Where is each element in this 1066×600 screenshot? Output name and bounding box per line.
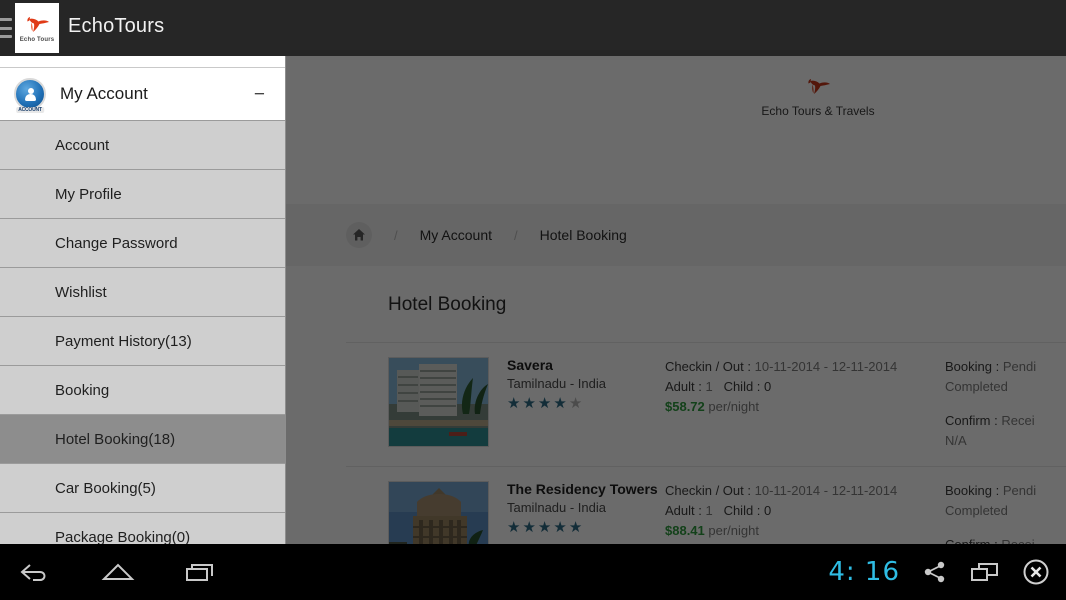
system-nav-right: 4: 16 [828,544,1050,600]
clock-display: 4: 16 [828,557,900,587]
sidebar-item-wishlist[interactable]: Wishlist [0,268,285,317]
account-badge-text: ACCOUNT [16,107,44,113]
share-icon[interactable] [922,560,948,584]
hamburger-bar [0,35,12,38]
drawer-account-label: My Account [60,84,148,103]
hamburger-icon[interactable] [0,18,12,38]
person-glyph [24,87,37,101]
person-body [24,93,36,101]
close-circle-icon[interactable] [1022,558,1050,586]
back-arrow-icon[interactable] [18,560,52,584]
account-badge-icon: ACCOUNT [14,78,46,113]
navigation-drawer: ACCOUNT My Account − Account My Profile … [0,52,286,544]
sidebar-item-booking[interactable]: Booking [0,366,285,415]
app-logo[interactable]: Echo Tours [15,3,59,53]
recent-apps-icon[interactable] [184,560,218,584]
app-title: EchoTours [68,15,165,37]
system-nav-left [18,544,218,600]
sidebar-item-change-password[interactable]: Change Password [0,219,285,268]
person-head [27,87,34,94]
system-navigation-bar: 4: 16 [0,544,1066,600]
hamburger-bar [0,18,12,21]
sidebar-item-car-booking[interactable]: Car Booking(5) [0,464,285,513]
sidebar-item-package-booking[interactable]: Package Booking(0) [0,513,285,544]
bird-logo-icon [27,16,49,32]
sidebar-item-account[interactable]: Account [0,121,285,170]
screenshot-icon[interactable] [970,560,1000,584]
collapse-icon[interactable]: − [254,85,271,104]
app-logo-text: Echo Tours [19,36,55,43]
app-bar: Echo Tours EchoTours [0,0,1066,56]
sidebar-item-payment-history[interactable]: Payment History(13) [0,317,285,366]
drawer-account-header[interactable]: ACCOUNT My Account − [0,68,285,121]
home-pentagon-icon[interactable] [100,560,136,584]
sidebar-item-hotel-booking[interactable]: Hotel Booking(18) [0,415,285,464]
hamburger-bar [0,26,12,30]
sidebar-item-my-profile[interactable]: My Profile [0,170,285,219]
